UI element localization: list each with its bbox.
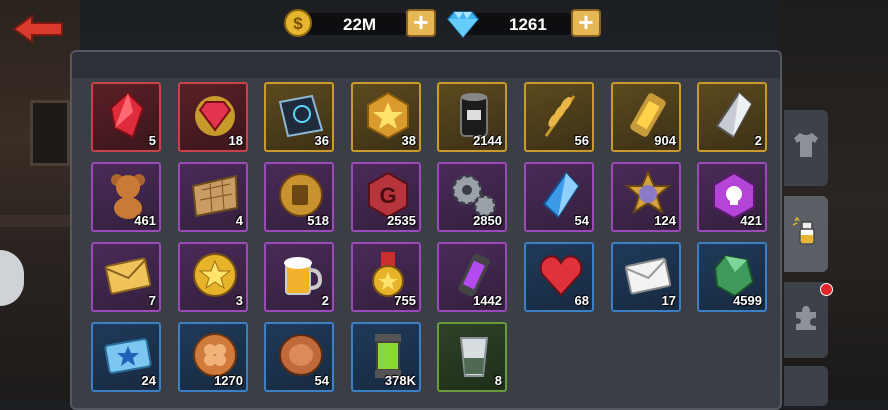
inventory-panel-header [72,52,780,78]
gold-coin-icon: $ [284,9,312,37]
item-count: 904 [654,133,676,148]
item-count: 421 [740,213,762,228]
item-count: 2144 [473,133,502,148]
inventory-slot-silver-crystal[interactable]: 2 [697,82,767,152]
inventory-slot-map-scroll[interactable]: 4 [178,162,248,232]
inventory-slot-star-coin[interactable]: 3 [178,242,248,312]
inventory-slot-gears[interactable]: 2850 [437,162,507,232]
item-count: 7 [148,293,156,308]
tab-items[interactable] [784,196,828,272]
currency-bar: $ 22M + 1261 + [0,8,888,40]
gems-value: 1261 [509,15,547,34]
inventory-slot-clover-coin[interactable]: 1270 [178,322,248,392]
add-coins-button[interactable]: + [406,9,436,37]
inventory-slot-gold-envelope[interactable]: 7 [91,242,161,312]
inventory-slot-star-medal[interactable]: 38 [351,82,421,152]
item-count: 17 [661,293,676,308]
item-count: 4599 [733,293,762,308]
red-crystal-icon [109,91,145,139]
item-count: 4 [235,213,243,228]
item-count: 755 [394,293,416,308]
puzzle-icon [796,306,816,330]
notification-dot [820,283,833,296]
background-beam [0,215,80,227]
inventory-slot-ruby-emblem[interactable]: 18 [178,82,248,152]
inventory-slot-blueprint-tablet[interactable]: 36 [264,82,334,152]
item-count: 124 [654,213,676,228]
inventory-slot-g-token[interactable]: G 2535 [351,162,421,232]
inventory-slot-beer-coin[interactable]: 518 [264,162,334,232]
gold-envelope-icon [104,257,152,295]
map-scroll-icon [191,174,239,218]
item-count: 461 [134,213,156,228]
item-count: 36 [314,133,329,148]
item-count: 378K [384,373,416,388]
item-count: 1270 [214,373,243,388]
inventory-slot-green-capsule[interactable]: 378K [351,322,421,392]
item-count: 5 [148,133,156,148]
svg-text:$: $ [293,14,303,33]
shot-glass-icon [459,337,489,377]
inventory-slot-heart[interactable]: 68 [524,242,594,312]
inventory-slot-energy-capsule[interactable]: 904 [611,82,681,152]
inventory-slot-red-crystal[interactable]: 5 [91,82,161,152]
item-count: 18 [228,133,243,148]
svg-text:G: G [379,183,396,208]
beer-mug-icon [284,257,323,295]
item-count: 2850 [473,213,502,228]
background-window [30,100,70,166]
item-count: 3 [235,293,243,308]
inventory-slot-skull-gem[interactable]: 421 [697,162,767,232]
item-count: 1442 [473,293,502,308]
inventory-slot-gold-medal[interactable]: 755 [351,242,421,312]
gems-display: 1261 + [447,8,607,38]
blue-diamond-icon [447,11,479,38]
inventory-slot-blue-crystal[interactable]: 54 [524,162,594,232]
item-count: 2535 [387,213,416,228]
item-count: 518 [307,213,329,228]
inventory-slot-rank-badge[interactable]: 124 [611,162,681,232]
item-count: 54 [574,213,589,228]
shirt-icon [794,133,818,157]
potion-icon [792,216,815,245]
item-count: 38 [401,133,416,148]
coins-value: 22M [343,15,377,34]
silver-crystal-icon [715,91,753,139]
inventory-slot-teddy-bear[interactable]: 461 [91,162,161,232]
inventory-slot-copper-coin[interactable]: 54 [264,322,334,392]
tab-costume[interactable] [784,110,828,186]
background-left [0,0,80,400]
inventory-slot-white-envelope[interactable]: 17 [611,242,681,312]
item-count: 2 [754,133,762,148]
item-count: 2 [321,293,329,308]
coins-display: $ 22M + [283,8,443,38]
inventory-slot-wheat[interactable]: 56 [524,82,594,152]
inventory-slot-purple-capsule[interactable]: 1442 [437,242,507,312]
inventory-slot-star-ticket[interactable]: 24 [91,322,161,392]
inventory-slot-green-gem[interactable]: 4599 [697,242,767,312]
inventory-slot-shot-glass[interactable]: 8 [437,322,507,392]
tab-more[interactable] [784,366,828,406]
item-count: 24 [141,373,156,388]
item-count: 8 [494,373,502,388]
add-gems-button[interactable]: + [571,9,601,37]
item-count: 56 [574,133,589,148]
item-count: 68 [574,293,589,308]
star-coin-icon [193,253,237,297]
inventory-slot-beer-mug[interactable]: 2 [264,242,334,312]
inventory-slot-oil-barrel[interactable]: 2144 [437,82,507,152]
item-count: 54 [314,373,329,388]
